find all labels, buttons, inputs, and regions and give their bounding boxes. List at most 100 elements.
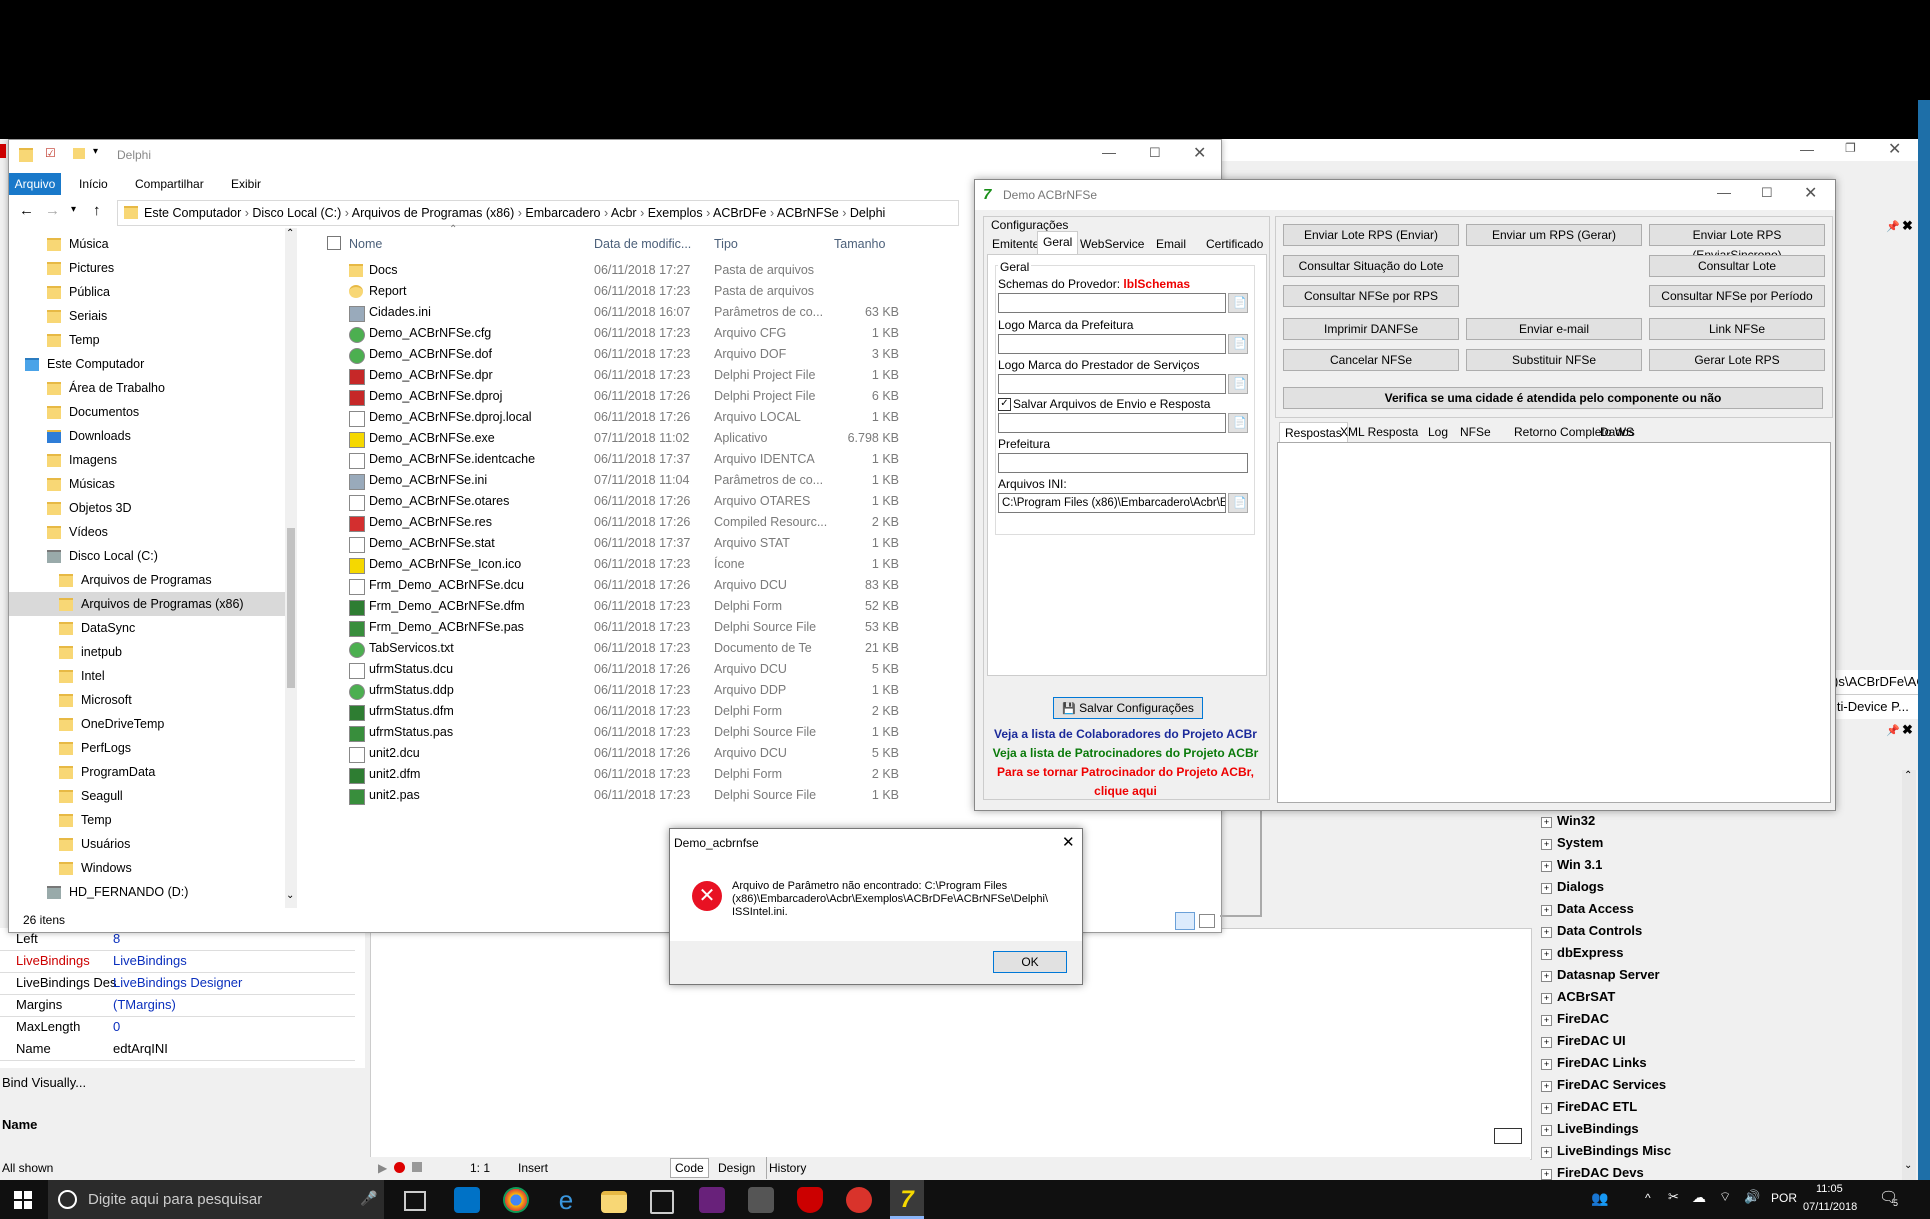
palette-category[interactable]: + Data Access [1541, 898, 1634, 919]
response-tab[interactable]: Dados [1595, 422, 1640, 442]
palette-category[interactable]: + Dialogs [1541, 876, 1604, 897]
expand-icon[interactable]: + [1541, 1103, 1552, 1114]
file-row[interactable]: Docs 06/11/2018 17:27 Pasta de arquivos [329, 260, 919, 281]
logo-prefeitura-browse-button[interactable]: 📄 [1228, 334, 1248, 354]
microphone-icon[interactable]: 🎤 [360, 1190, 377, 1207]
col-nome[interactable]: Nome [349, 237, 382, 251]
nav-item[interactable]: Música [9, 232, 293, 256]
config-tab[interactable]: Certificado [1201, 234, 1268, 254]
config-tab[interactable]: Emitente [987, 234, 1044, 254]
file-row[interactable]: Demo_ACBrNFSe_Icon.ico 06/11/2018 17:23 Íc… [329, 554, 919, 575]
file-row[interactable]: Frm_Demo_ACBrNFSe.pas 06/11/2018 17:23 Del… [329, 617, 919, 638]
visual-studio-icon[interactable] [699, 1187, 725, 1213]
maximize-button[interactable]: ☐ [1761, 185, 1773, 201]
link-patrocinador-line1[interactable]: Para se tornar Patrocinador do Projeto A… [983, 763, 1268, 782]
store-icon[interactable] [650, 1190, 674, 1214]
salvar-arquivos-checkbox[interactable]: ✓ [998, 398, 1011, 411]
back-arrow-icon[interactable]: ← [19, 202, 34, 219]
logo-prefeitura-input[interactable] [998, 334, 1226, 354]
action-button[interactable]: Consultar Lote [1649, 255, 1825, 277]
large-icons-view-icon[interactable] [1199, 914, 1215, 928]
chrome-icon[interactable] [503, 1187, 529, 1213]
tab-inicio[interactable]: Início [79, 173, 108, 195]
palette-category[interactable]: + Datasnap Server [1541, 964, 1660, 985]
minimize-button[interactable]: — [1717, 184, 1731, 200]
tab-compartilhar[interactable]: Compartilhar [135, 173, 204, 195]
properties-icon[interactable]: ☑ [45, 146, 56, 160]
inspector-row[interactable]: Margins (TMargins) [0, 994, 355, 1017]
verifica-cidade-button[interactable]: Verifica se uma cidade é atendida pelo c… [1283, 387, 1823, 409]
chevron-right-icon[interactable]: › [767, 206, 777, 220]
action-button[interactable]: Consultar NFSe por Período [1649, 285, 1825, 307]
link-patrocinador-line2[interactable]: clique aqui [983, 782, 1268, 801]
inspector-row[interactable]: Name edtArqINI [0, 1038, 355, 1061]
expand-icon[interactable]: + [1541, 927, 1552, 938]
chevron-right-icon[interactable]: › [600, 206, 610, 220]
file-row[interactable]: ufrmStatus.ddp 06/11/2018 17:23 Arquivo DD… [329, 680, 919, 701]
inspector-row[interactable]: MaxLength 0 [0, 1016, 355, 1039]
editor-layout-icon[interactable] [1494, 1128, 1522, 1144]
palette-category[interactable]: + FireDAC [1541, 1008, 1609, 1029]
file-row[interactable]: TabServicos.txt 06/11/2018 17:23 Documento… [329, 638, 919, 659]
chevron-down-icon[interactable]: ⌄ [1904, 1160, 1912, 1171]
expand-icon[interactable]: + [1541, 839, 1552, 850]
file-row[interactable]: ufrmStatus.dfm 06/11/2018 17:23 Delphi For… [329, 701, 919, 722]
prefeitura-input[interactable] [998, 453, 1248, 473]
response-tab[interactable]: NFSe [1455, 422, 1496, 442]
file-row[interactable]: Frm_Demo_ACBrNFSe.dcu 06/11/2018 17:26 Arq… [329, 575, 919, 596]
expand-icon[interactable]: + [1541, 949, 1552, 960]
chevron-up-icon[interactable]: ^ [1645, 1191, 1651, 1205]
col-tipo[interactable]: Tipo [714, 237, 738, 251]
wifi-icon[interactable]: ⌔ [1719, 1189, 1731, 1205]
config-tab[interactable]: Email [1151, 234, 1191, 254]
tool-tray-icon[interactable]: ✂ [1668, 1189, 1679, 1205]
arquivos-ini-input[interactable]: C:\Program Files (x86)\Embarcadero\Acbr\… [998, 493, 1226, 513]
palette-category[interactable]: + LiveBindings [1541, 1118, 1639, 1139]
response-tab[interactable]: XML Resposta [1335, 422, 1423, 442]
palette-category[interactable]: + LiveBindings Misc [1541, 1140, 1671, 1161]
tab-design[interactable]: Design [716, 1157, 757, 1179]
file-row[interactable]: Demo_ACBrNFSe.identcache 06/11/2018 17:37… [329, 449, 919, 470]
file-row[interactable]: Demo_ACBrNFSe.exe 07/11/2018 11:02 Aplicat… [329, 428, 919, 449]
stop-icon[interactable] [412, 1162, 422, 1172]
select-all-checkbox[interactable] [327, 236, 341, 250]
minimize-button[interactable]: — [1102, 144, 1116, 160]
bind-visually-link[interactable]: Bind Visually... [2, 1075, 86, 1090]
salvar-arquivos-path-input[interactable] [998, 413, 1226, 433]
close-icon[interactable]: ✖ [1902, 218, 1913, 234]
file-explorer-icon[interactable] [601, 1191, 627, 1213]
edge-icon[interactable]: e [553, 1187, 579, 1213]
dialog-close-button[interactable]: ✕ [1062, 833, 1075, 851]
arquivos-ini-browse-button[interactable]: 📄 [1228, 493, 1248, 513]
qat-dropdown-icon[interactable]: ▾ [93, 146, 98, 157]
response-tab[interactable]: Log [1423, 422, 1453, 442]
palette-category[interactable]: + Data Controls [1541, 920, 1642, 941]
config-tab[interactable]: WebService [1075, 234, 1149, 254]
play-icon[interactable]: ▶ [378, 1157, 387, 1179]
tab-exibir[interactable]: Exibir [231, 173, 261, 195]
file-row[interactable]: Demo_ACBrNFSe.dproj.local 06/11/2018 17:2… [329, 407, 919, 428]
palette-category[interactable]: + FireDAC UI [1541, 1030, 1626, 1051]
close-icon[interactable]: ✖ [1902, 722, 1913, 738]
response-memo[interactable] [1277, 442, 1831, 803]
logo-prestador-browse-button[interactable]: 📄 [1228, 374, 1248, 394]
chevron-right-icon[interactable]: › [839, 206, 850, 220]
close-button[interactable]: ✕ [1193, 143, 1206, 163]
tab-arquivo[interactable]: Arquivo [9, 173, 61, 195]
chevron-up-icon[interactable]: ⌃ [286, 228, 294, 239]
outlook-icon[interactable] [454, 1187, 480, 1213]
file-row[interactable]: Demo_ACBrNFSe.cfg 06/11/2018 17:23 Arquivo… [329, 323, 919, 344]
expand-icon[interactable]: + [1541, 905, 1552, 916]
action-button[interactable]: Enviar e-mail [1466, 318, 1642, 340]
expand-icon[interactable]: + [1541, 1125, 1552, 1136]
clock-time[interactable]: 11:05 [1816, 1183, 1843, 1195]
file-row[interactable]: Report 06/11/2018 17:23 Pasta de arquivos [329, 281, 919, 302]
property-value[interactable]: 0 [113, 1016, 120, 1038]
task-view-icon[interactable] [404, 1191, 426, 1211]
ide-minimize-button[interactable]: — [1800, 141, 1814, 157]
file-row[interactable]: ufrmStatus.dcu 06/11/2018 17:26 Arquivo DC… [329, 659, 919, 680]
details-view-icon[interactable] [1175, 912, 1195, 930]
action-button[interactable]: Cancelar NFSe [1283, 349, 1459, 371]
maximize-button[interactable]: ☐ [1149, 145, 1161, 161]
address-bar[interactable]: Este Computador › Disco Local (C:) › Arq… [117, 200, 959, 226]
